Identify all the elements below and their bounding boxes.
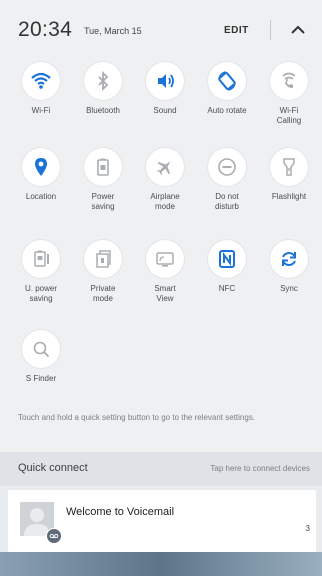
header-divider	[270, 20, 271, 40]
auto-rotate-icon	[208, 62, 246, 100]
smart-view-icon	[146, 240, 184, 278]
power-saving-icon	[84, 148, 122, 186]
tile-label: NFC	[218, 284, 236, 293]
tile-wifi-calling[interactable]: Wi-Fi Calling	[258, 62, 320, 126]
tile-label: U. power saving	[24, 284, 57, 303]
tile-bluetooth[interactable]: Bluetooth	[72, 62, 134, 116]
tile-ultra-power-saving[interactable]: U. power saving	[10, 240, 72, 304]
date: Tue, March 15	[84, 26, 142, 36]
notification-count: 3	[305, 524, 310, 533]
tile-label: Auto rotate	[207, 106, 247, 115]
tile-label: Location	[25, 192, 57, 201]
tile-label: Power saving	[91, 192, 115, 211]
sound-icon	[146, 62, 184, 100]
tile-label: S Finder	[25, 374, 57, 383]
tile-smart-view[interactable]: Smart View	[134, 240, 196, 304]
search-icon	[22, 330, 60, 368]
voicemail-notification[interactable]: Welcome to Voicemail 3	[8, 490, 316, 552]
tile-nfc[interactable]: NFC	[196, 240, 258, 294]
tile-label: Airplane mode	[150, 192, 180, 211]
tile-label: Sound	[153, 106, 177, 115]
tile-label: Bluetooth	[86, 106, 120, 115]
quick-connect-bar[interactable]: Quick connect Tap here to connect device…	[0, 452, 322, 486]
quick-settings-panel: 20:34 Tue, March 15 EDIT Wi-Fi Bluetooth	[0, 0, 322, 452]
wallpaper-strip	[0, 552, 322, 576]
bluetooth-icon	[84, 62, 122, 100]
tile-power-saving[interactable]: Power saving	[72, 148, 134, 212]
tile-label: Wi-Fi Calling	[276, 106, 302, 125]
quick-connect-hint: Tap here to connect devices	[210, 464, 310, 473]
tile-sync[interactable]: Sync	[258, 240, 320, 294]
sync-icon	[270, 240, 308, 278]
edit-button[interactable]: EDIT	[224, 25, 249, 36]
tile-airplane-mode[interactable]: Airplane mode	[134, 148, 196, 212]
private-mode-icon	[84, 240, 122, 278]
airplane-icon	[146, 148, 184, 186]
clock: 20:34	[18, 18, 73, 41]
ultra-power-saving-icon	[22, 240, 60, 278]
tile-auto-rotate[interactable]: Auto rotate	[196, 62, 258, 116]
tile-label: Do not disturb	[214, 192, 239, 211]
chevron-up-icon[interactable]	[287, 19, 309, 41]
wifi-calling-icon	[270, 62, 308, 100]
panel-header: 20:34 Tue, March 15 EDIT	[0, 0, 322, 56]
nfc-icon	[208, 240, 246, 278]
voicemail-icon	[46, 528, 62, 544]
tile-s-finder[interactable]: S Finder	[10, 330, 72, 384]
tile-do-not-disturb[interactable]: Do not disturb	[196, 148, 258, 212]
tile-flashlight[interactable]: Flashlight	[258, 148, 320, 202]
tile-label: Wi-Fi	[31, 106, 51, 115]
tile-location[interactable]: Location	[10, 148, 72, 202]
tile-label: Private mode	[90, 284, 116, 303]
tile-sound[interactable]: Sound	[134, 62, 196, 116]
tile-label: Flashlight	[271, 192, 307, 201]
wifi-icon	[22, 62, 60, 100]
tile-wifi[interactable]: Wi-Fi	[10, 62, 72, 116]
quick-connect-title: Quick connect	[18, 462, 88, 474]
panel-hint: Touch and hold a quick setting button to…	[18, 413, 256, 422]
tile-label: Smart View	[154, 284, 176, 303]
flashlight-icon	[270, 148, 308, 186]
tile-label: Sync	[280, 284, 298, 293]
do-not-disturb-icon	[208, 148, 246, 186]
notification-title: Welcome to Voicemail	[66, 506, 175, 518]
tile-private-mode[interactable]: Private mode	[72, 240, 134, 304]
location-icon	[22, 148, 60, 186]
